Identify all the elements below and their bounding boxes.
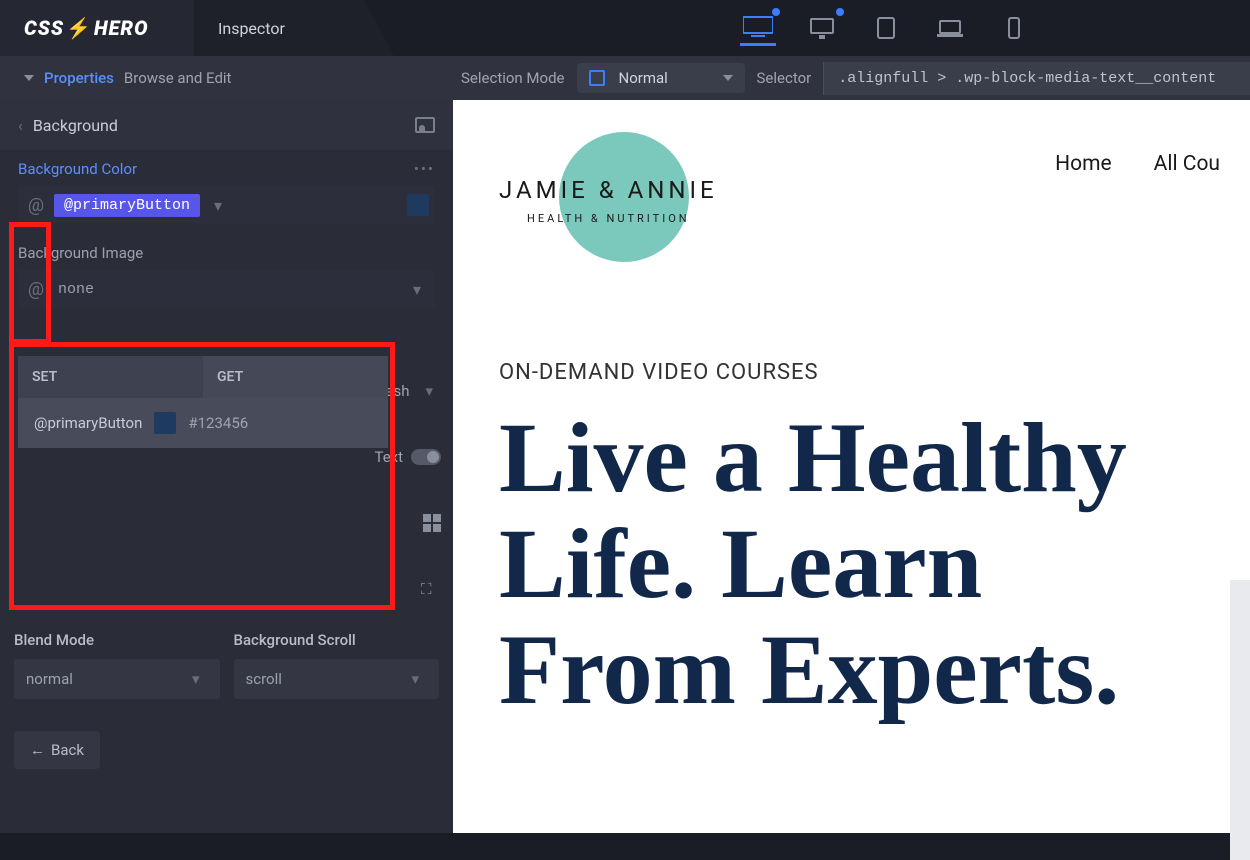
hero-section: ON-DEMAND VIDEO COURSES Live a Healthy L… (499, 360, 1204, 723)
annotation-box-2 (9, 342, 395, 610)
sidebar-panel: ‹ Background Background Color••• @ @prima… (0, 100, 453, 833)
expand-button[interactable]: ⛶ (421, 580, 441, 600)
brand-tagline: HEALTH & NUTRITION (499, 212, 718, 225)
section-title: Background (33, 116, 118, 135)
top-bar: CSS⚡HERO Inspector (0, 0, 1250, 56)
main-area: ‹ Background Background Color••• @ @prima… (0, 100, 1250, 833)
image-icon[interactable] (415, 117, 435, 133)
sub-bar: Properties Browse and Edit Selection Mod… (0, 56, 1250, 100)
blend-mode-group: Blend Mode normal▾ (14, 631, 220, 699)
annotation-box-1 (9, 222, 51, 344)
logo-suffix: HERO (94, 16, 149, 40)
selection-mode-label: Selection Mode (461, 69, 565, 87)
toggle-icon (411, 449, 441, 465)
logo-tab[interactable]: CSS⚡HERO (0, 0, 194, 56)
bg-image-label: Background Image (18, 244, 435, 262)
device-desktop-large[interactable] (740, 10, 776, 46)
bg-scroll-group: Background Scroll scroll▾ (234, 631, 440, 699)
blend-mode-label: Blend Mode (14, 631, 220, 649)
section-header-background[interactable]: ‹ Background (0, 100, 453, 150)
chevron-down-icon[interactable]: ▾ (214, 196, 222, 215)
bottom-controls: Blend Mode normal▾ Background Scroll scr… (14, 631, 439, 769)
browse-edit-text: Browse and Edit (124, 69, 232, 87)
brand-name: JAMIE & ANNIE (499, 176, 718, 204)
chevron-down-icon[interactable] (24, 75, 34, 81)
bg-color-label: Background Color••• (18, 160, 435, 178)
blend-mode-select[interactable]: normal▾ (14, 659, 220, 699)
grid-button[interactable] (423, 514, 441, 532)
bg-image-input[interactable]: @ none ▾ (18, 270, 435, 308)
brand-text: JAMIE & ANNIE HEALTH & NUTRITION (499, 176, 718, 225)
hero-headline: Live a Healthy Life. Learn From Experts. (499, 405, 1204, 723)
color-swatch[interactable] (407, 194, 429, 216)
more-icon[interactable]: ••• (414, 160, 435, 178)
properties-link[interactable]: Properties (44, 69, 114, 87)
preview-pane: JAMIE & ANNIE HEALTH & NUTRITION Home Al… (453, 100, 1250, 833)
at-icon: @ (24, 195, 48, 216)
subbar-right: Selection Mode Normal Selector .alignful… (453, 62, 1250, 95)
chevron-down-icon[interactable]: ▾ (413, 280, 421, 299)
arrow-left-icon: ← (30, 741, 45, 759)
preview-sidebar-strip (1230, 580, 1250, 860)
property-bg-color: Background Color••• @ @primaryButton ▾ (0, 150, 453, 234)
grid-icon (423, 514, 441, 532)
bg-image-value: none (54, 281, 399, 298)
nav-menu: Home All Cou (1055, 152, 1220, 176)
chevron-down-icon (723, 75, 733, 81)
nav-home[interactable]: Home (1055, 152, 1112, 176)
selection-mode-dropdown[interactable]: Normal (577, 63, 745, 93)
logo-text: CSS (24, 16, 64, 40)
device-laptop[interactable] (932, 10, 968, 46)
nav-courses[interactable]: All Cou (1154, 152, 1220, 176)
device-tablet[interactable] (868, 10, 904, 46)
selector-input[interactable]: .alignfull > .wp-block-media-text__conte… (823, 62, 1250, 95)
bg-color-input[interactable]: @ @primaryButton ▾ (18, 186, 435, 224)
expand-icon: ⛶ (421, 580, 441, 600)
dual-select-row: Blend Mode normal▾ Background Scroll scr… (14, 631, 439, 699)
selection-mode-value: Normal (619, 69, 715, 87)
selection-icon (589, 70, 605, 86)
hero-eyebrow: ON-DEMAND VIDEO COURSES (499, 360, 1204, 385)
selector-label: Selector (757, 69, 812, 87)
device-phone[interactable] (996, 10, 1032, 46)
bg-scroll-label: Background Scroll (234, 631, 440, 649)
device-switcher (740, 0, 1032, 56)
chevron-left-icon: ‹ (18, 116, 23, 135)
variable-badge: @primaryButton (54, 194, 200, 217)
subbar-left: Properties Browse and Edit (0, 69, 453, 87)
bolt-icon: ⚡ (66, 16, 92, 40)
property-bg-image: Background Image @ none ▾ (0, 234, 453, 318)
inspector-label: Inspector (218, 19, 285, 38)
back-button[interactable]: ←Back (14, 731, 100, 769)
device-desktop[interactable] (804, 10, 840, 46)
inspector-tab[interactable]: Inspector (194, 0, 394, 56)
bg-scroll-select[interactable]: scroll▾ (234, 659, 440, 699)
